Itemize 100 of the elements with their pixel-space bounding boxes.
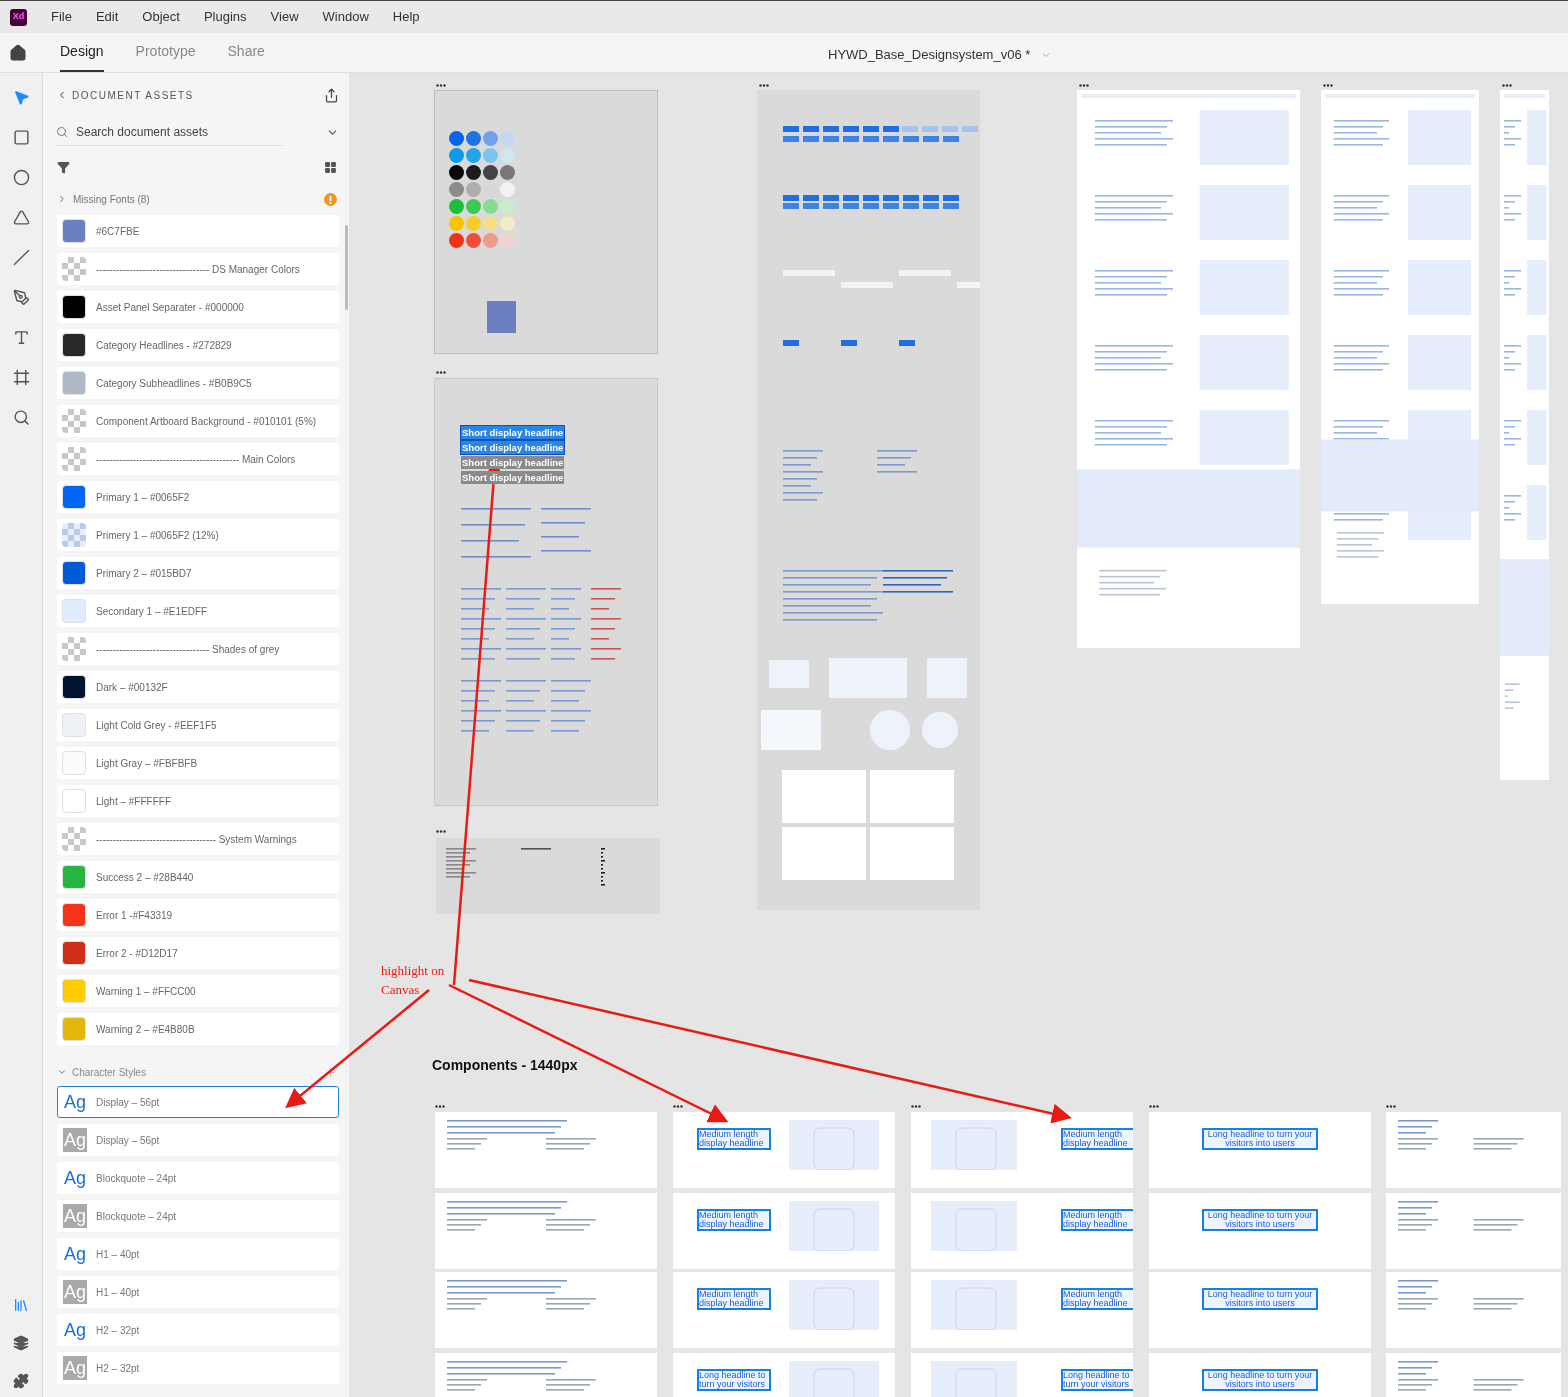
transparent-swatch [62,257,86,281]
artboard-menu-icon[interactable] [1386,1105,1396,1108]
color-asset[interactable]: ------------------------------------ System Warnings [57,823,339,855]
tab[interactable]: Share [227,33,265,72]
component-headline[interactable]: Medium length display headline [1063,1290,1133,1308]
color-asset[interactable]: ---------------------------------- Shades of grey [57,633,339,665]
menu-item[interactable]: Plugins [203,7,247,27]
tab[interactable]: Prototype [135,33,196,72]
search-field[interactable]: Search document assets [76,122,266,141]
display-headline[interactable]: Short display headline [461,441,565,454]
component-headline[interactable]: Long headline to turn your visitors into users [1204,1211,1316,1229]
character-style[interactable]: Ag H2 – 32pt [57,1352,339,1384]
color-asset[interactable]: Error 1 -#F43319 [57,899,339,931]
component-headline[interactable]: Long headline to turn your visitors [1063,1371,1133,1389]
section-heading: Components - 1440px [432,1056,578,1075]
character-style[interactable]: Ag H2 – 32pt [57,1314,339,1346]
character-style[interactable]: Ag Display – 56pt [57,1086,339,1118]
color-asset[interactable]: Category Headlines - #272829 [57,329,339,361]
component-headline[interactable]: Medium length display headline [699,1130,769,1148]
scrollbar[interactable] [345,225,348,310]
search-icon[interactable] [12,409,30,426]
menu-item[interactable]: Help [392,7,420,27]
color-asset[interactable]: Dark – #00132F [57,671,339,703]
section-title[interactable]: Character Styles [72,1064,146,1080]
text-icon[interactable] [12,329,30,346]
color-asset[interactable]: Error 2 - #D12D17 [57,937,339,969]
layers-icon[interactable] [13,1335,29,1351]
artboard-menu-icon[interactable] [435,1105,445,1108]
menu-item[interactable]: View [270,7,299,27]
export-icon[interactable] [324,87,339,103]
artboard-menu-icon[interactable] [759,84,769,87]
component-headline[interactable]: Long headline to turn your visitors [699,1371,769,1389]
menu-item[interactable]: Object [142,7,180,27]
color-asset[interactable]: Warning 2 – #E4B80B [57,1013,339,1045]
type-sample: Ag [63,1242,87,1266]
artboard-menu-icon[interactable] [673,1105,683,1108]
color-asset[interactable]: Component Artboard Background - #010101 (5%) [57,405,339,437]
pointer-icon[interactable] [12,89,30,106]
type-sample: Ag [63,1166,87,1190]
rectangle-icon[interactable] [12,129,30,146]
add-icon[interactable] [324,1065,337,1079]
document-title[interactable]: HYWD_Base_Designsystem_v06 * [828,45,1031,65]
artboard-menu-icon[interactable] [1502,84,1512,87]
triangle-icon[interactable] [12,209,30,226]
color-asset[interactable]: Category Subheadlines - #B0B9C5 [57,367,339,399]
search-icon [56,125,68,138]
component-headline[interactable]: Long headline to turn your visitors into users [1204,1130,1316,1148]
color-asset[interactable]: #6C7FBE [57,215,339,247]
component-headline[interactable]: Long headline to turn your visitors into users [1204,1371,1316,1389]
component-headline[interactable]: Medium length display headline [1063,1130,1133,1148]
grid-view-icon[interactable] [324,160,337,174]
artboard-menu-icon[interactable] [1323,84,1333,87]
transparent-swatch [62,409,86,433]
artboard-menu-icon[interactable] [1079,84,1089,87]
character-style[interactable]: Ag Blockquote – 24pt [57,1162,339,1194]
missing-fonts-label[interactable]: Missing Fonts (8) [73,191,150,207]
color-asset[interactable]: Light – #FFFFFF [57,785,339,817]
character-style[interactable]: Ag Display – 56pt [57,1124,339,1156]
annotation: highlight on Canvas [381,962,446,999]
color-asset[interactable]: Primery 1 – #0065F2 (12%) [57,519,339,551]
artboard-menu-icon[interactable] [436,830,446,833]
artboard-menu-icon[interactable] [1149,1105,1159,1108]
display-headline[interactable]: Short display headline [461,426,565,439]
ellipse-icon[interactable] [12,169,30,186]
menu-item[interactable]: Edit [95,7,119,27]
artboard-menu-icon[interactable] [436,371,446,374]
color-asset[interactable]: Asset Panel Separater - #000000 [57,291,339,323]
app-logo: Xd [10,8,27,26]
plugins-icon[interactable] [13,1373,29,1389]
color-asset[interactable]: Secondary 1 – #E1EDFF [57,595,339,627]
assets-icon[interactable] [13,1297,29,1313]
artboard-icon[interactable] [12,369,30,386]
pen-icon[interactable] [12,289,30,306]
color-asset[interactable]: Light Cold Grey - #EEF1F5 [57,709,339,741]
collapse-icon[interactable] [57,1067,67,1077]
artboard-menu-icon[interactable] [436,84,446,87]
color-asset[interactable]: Primary 2 – #015BD7 [57,557,339,589]
menu-item[interactable]: Window [322,7,369,27]
color-asset[interactable]: Primary 1 – #0065F2 [57,481,339,513]
type-sample: Ag [63,1318,87,1342]
expand-icon[interactable] [57,194,67,204]
filter-icon[interactable] [57,160,70,174]
display-headline[interactable]: Short display headline [461,456,565,469]
component-headline[interactable]: Medium length display headline [1063,1211,1133,1229]
color-asset[interactable]: Light Gray – #FBFBFB [57,747,339,779]
artboard-menu-icon[interactable] [911,1105,921,1108]
component-headline[interactable]: Medium length display headline [699,1211,769,1229]
color-asset[interactable]: Warning 1 – #FFCC00 [57,975,339,1007]
character-style[interactable]: Ag Blockquote – 24pt [57,1200,339,1232]
line-icon[interactable] [12,249,30,266]
color-asset[interactable]: Success 2 – #28B440 [57,861,339,893]
display-headline[interactable]: Short display headline [461,471,565,484]
menu-item[interactable]: File [51,7,72,27]
color-asset[interactable]: ------------------------------------------- Main Colors [57,443,339,475]
component-headline[interactable]: Medium length display headline [699,1290,769,1308]
home-icon[interactable] [9,43,27,62]
component-headline[interactable]: Long headline to turn your visitors into users [1204,1290,1316,1308]
color-asset[interactable]: ---------------------------------- DS Manager Colors [57,253,339,285]
character-style[interactable]: Ag H1 – 40pt [57,1276,339,1308]
character-style[interactable]: Ag H1 – 40pt [57,1238,339,1270]
